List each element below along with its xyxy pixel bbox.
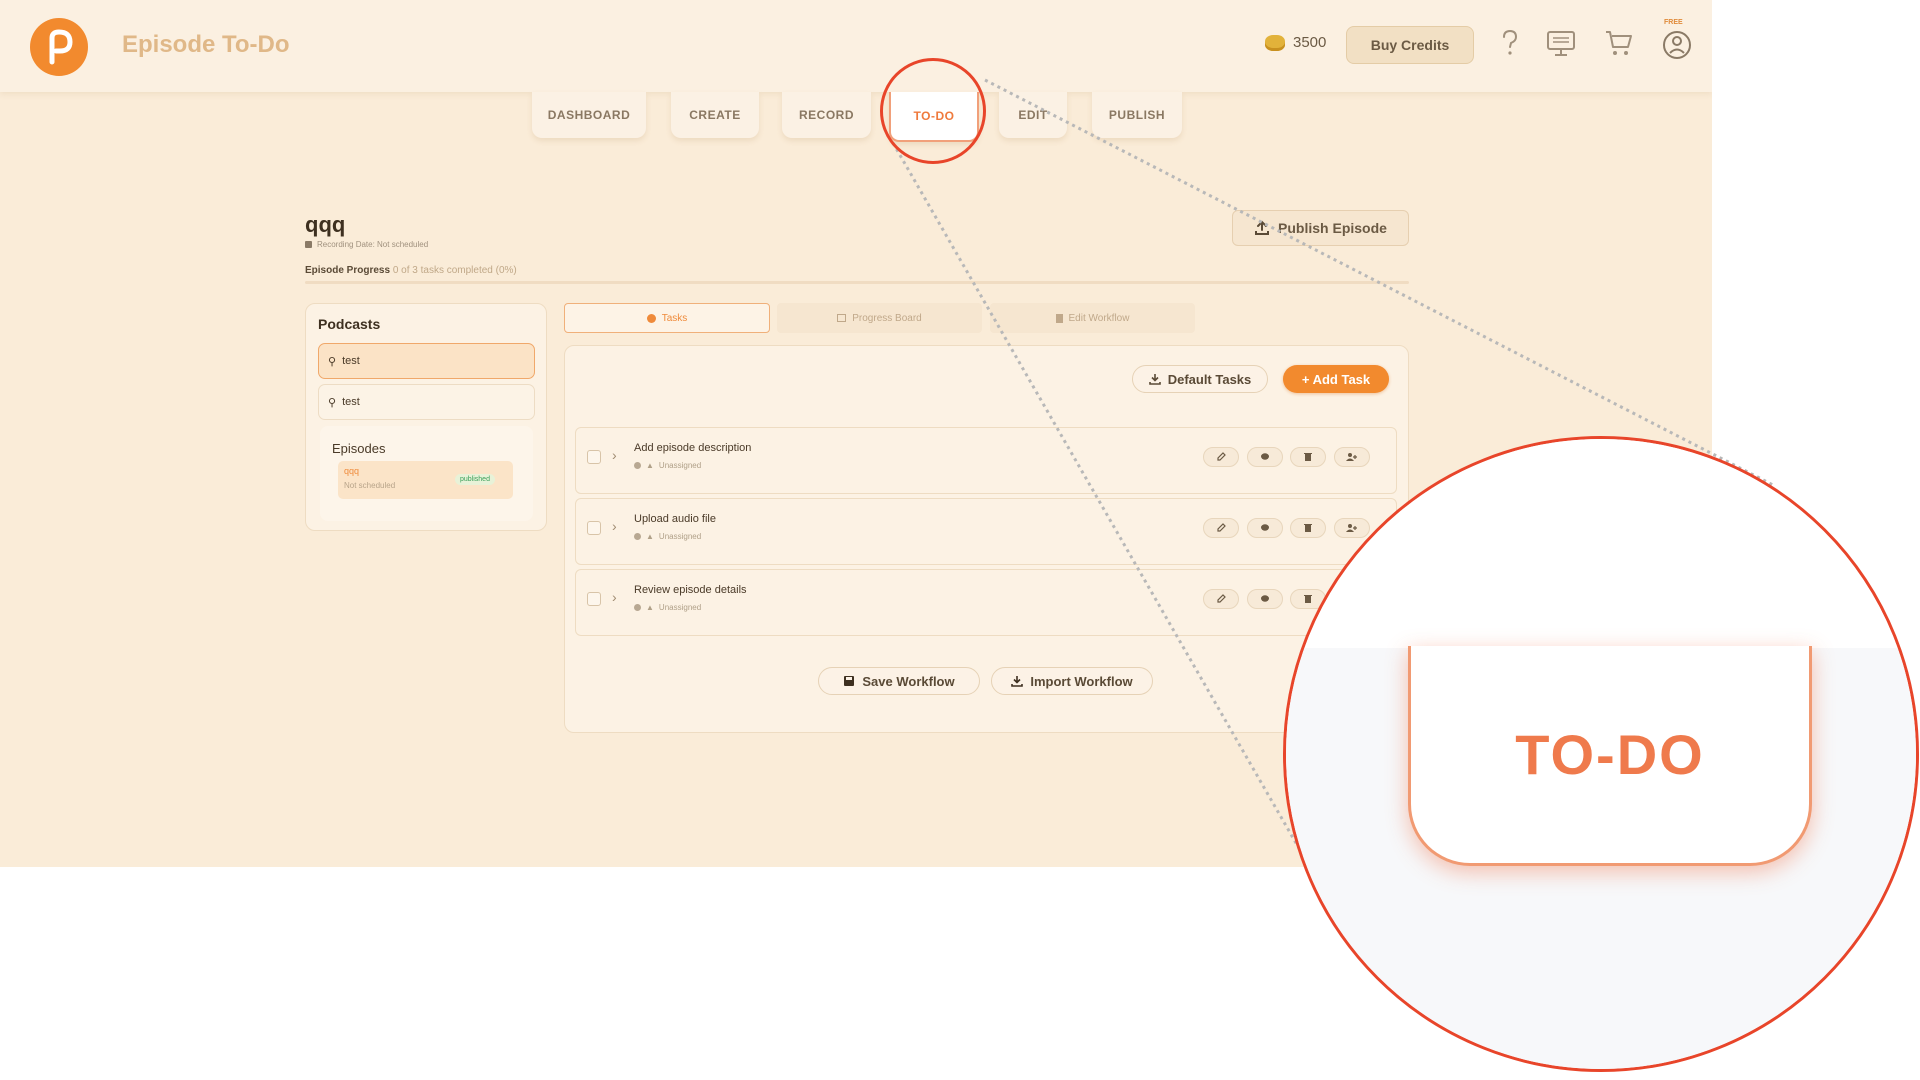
highlight-ring	[880, 58, 986, 164]
zoomed-todo-tab: TO-DO	[1408, 646, 1812, 866]
screenshot-stage: Episode To-Do 3500 Buy Credits FREE DASH…	[0, 0, 1920, 1080]
zoom-background-top	[1286, 439, 1916, 648]
zoom-magnifier: TO-DO	[1283, 436, 1919, 1072]
